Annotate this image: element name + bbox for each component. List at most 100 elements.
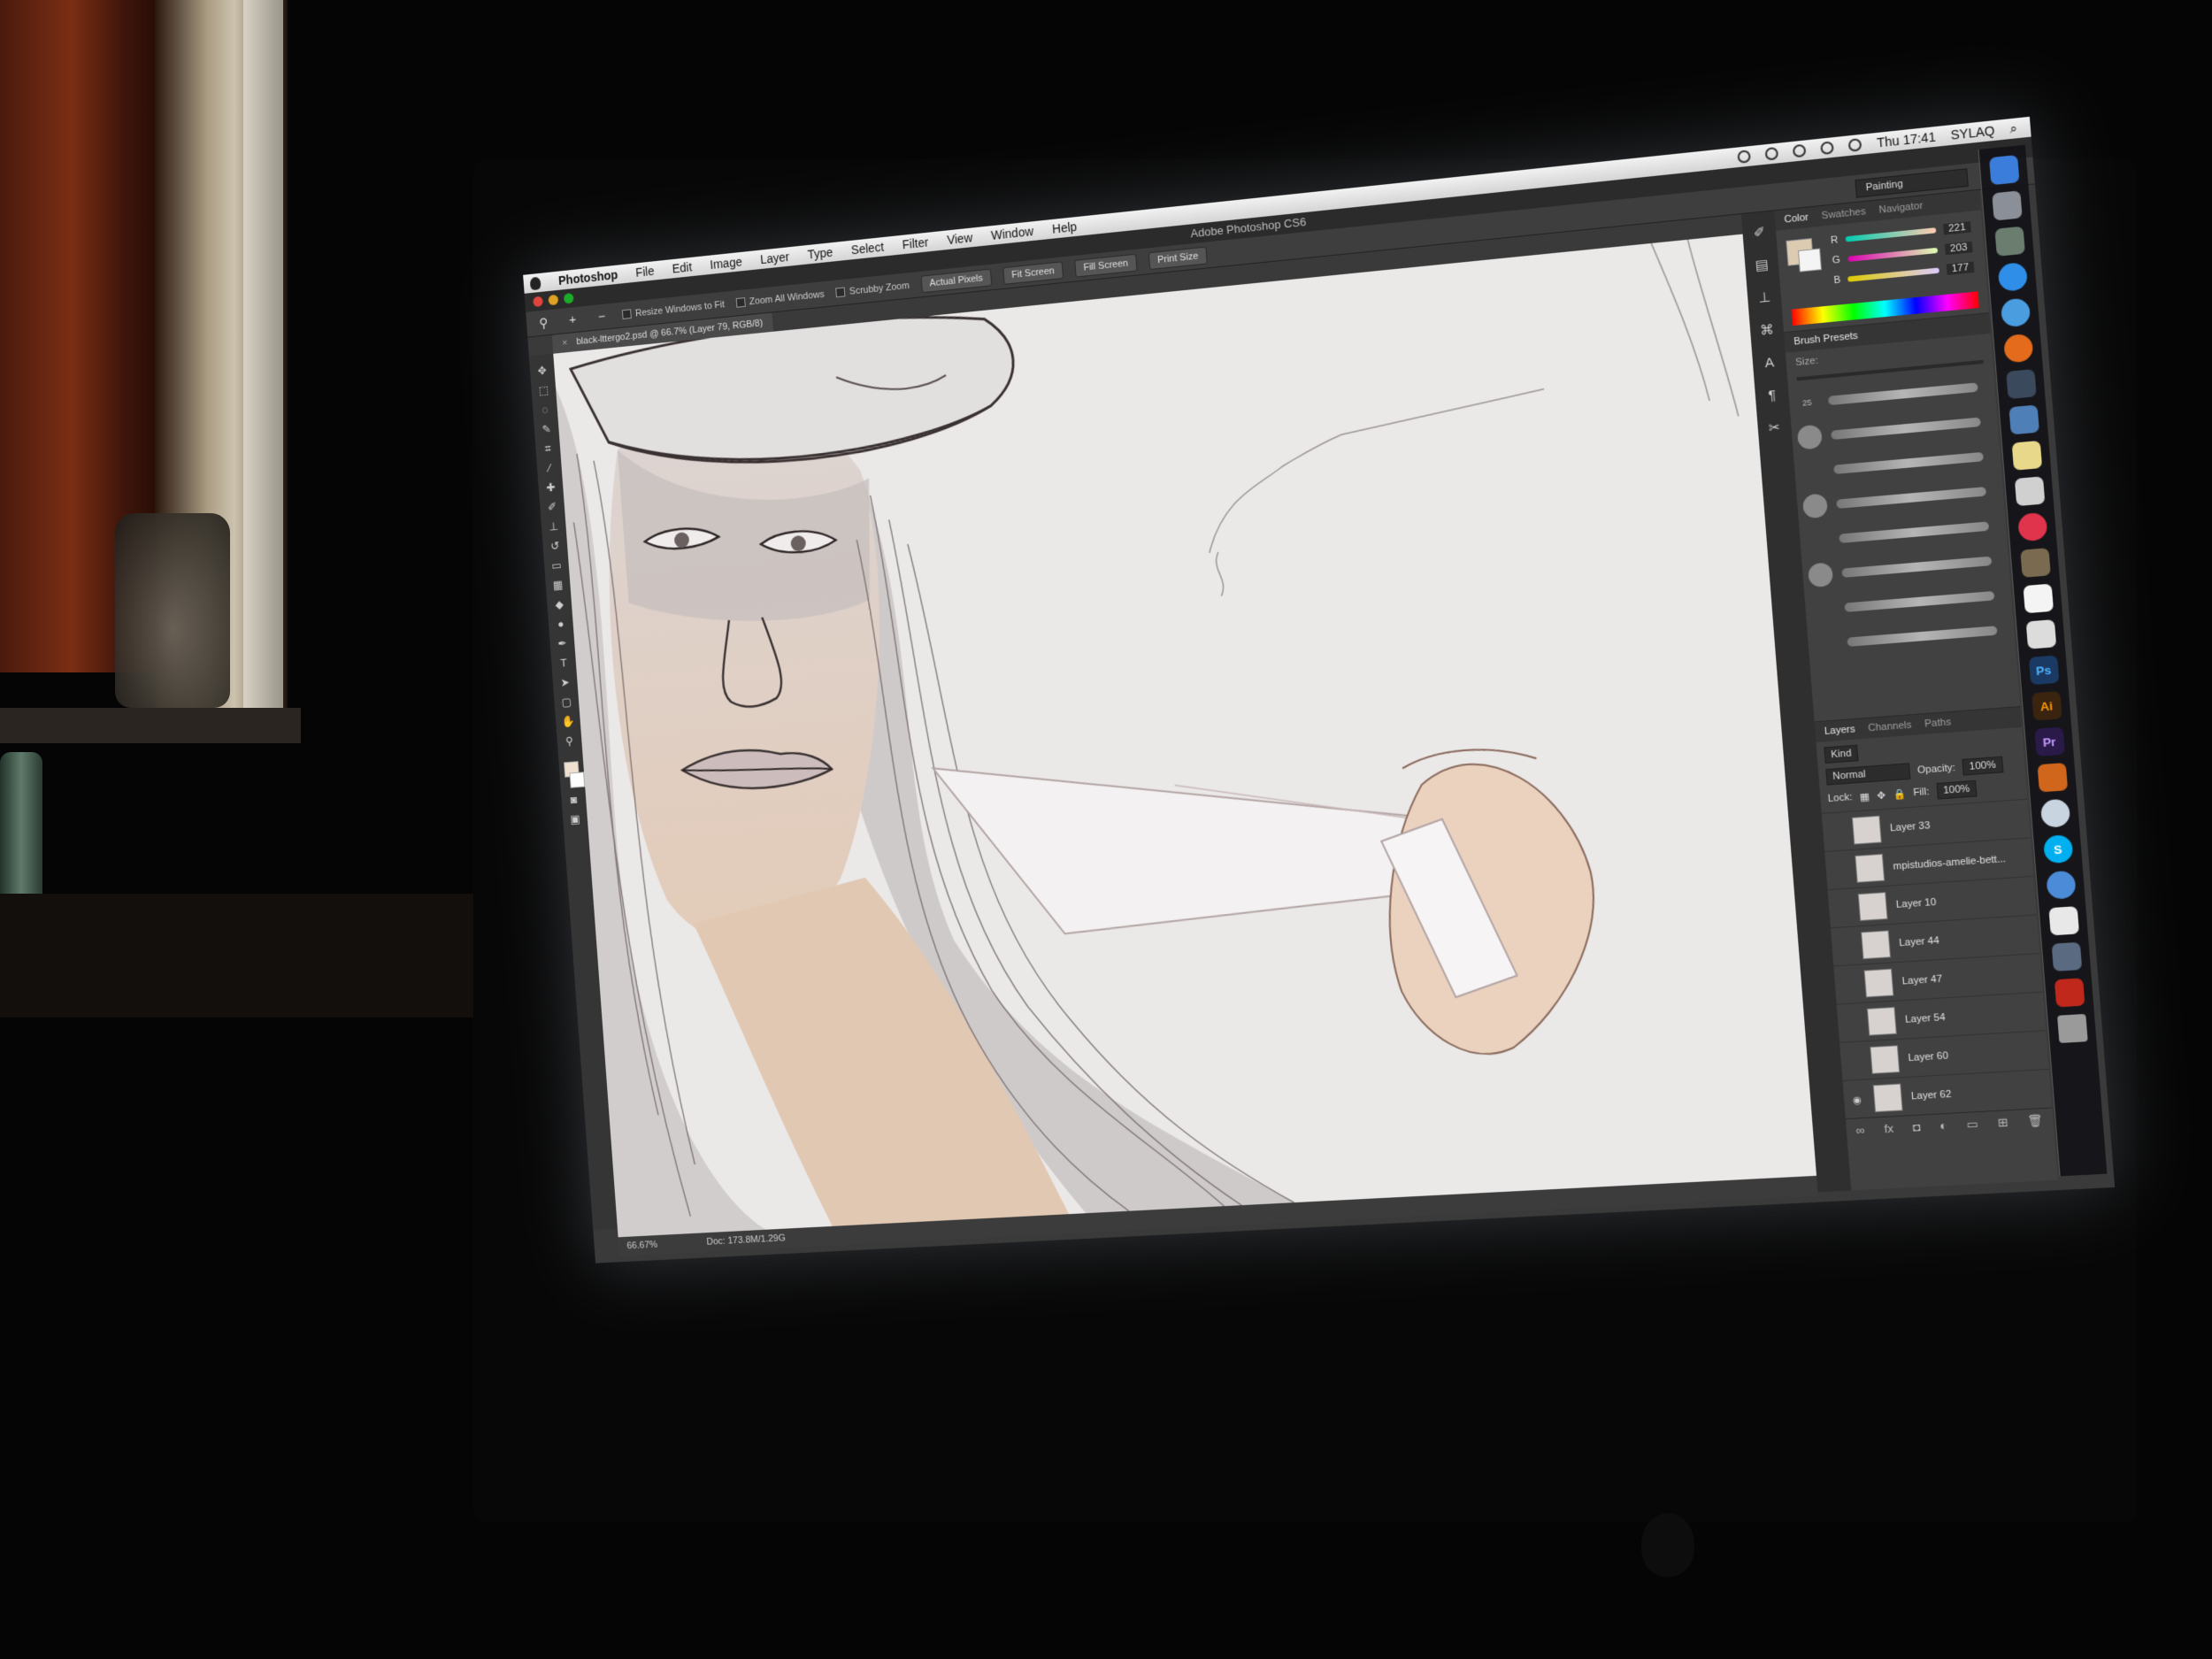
fill-screen-button[interactable]: Fill Screen [1074, 253, 1138, 278]
layer-filter-kind[interactable]: Kind [1824, 744, 1859, 764]
menu-select[interactable]: Select [850, 240, 884, 257]
wifi-icon[interactable] [1820, 141, 1835, 156]
print-size-button[interactable]: Print Size [1148, 246, 1208, 270]
history-brush-tool-icon[interactable]: ↺ [548, 538, 564, 555]
document-size[interactable]: Doc: 173.8M/1.29G [706, 1233, 786, 1248]
eraser-tool-icon[interactable]: ▭ [549, 557, 565, 574]
add-mask-icon[interactable]: ◘ [1912, 1120, 1921, 1134]
firefox-icon[interactable] [2002, 333, 2034, 364]
paragraph-panel-icon[interactable]: ¶ [1761, 385, 1783, 407]
safari-icon[interactable] [2000, 297, 2031, 328]
photo-booth-icon[interactable] [2054, 978, 2085, 1008]
panel-background-swatch[interactable] [1797, 248, 1822, 273]
blend-mode-select[interactable]: Normal [1825, 763, 1911, 786]
green-value[interactable]: 203 [1944, 241, 1973, 256]
textedit-icon[interactable] [2025, 619, 2056, 649]
quick-select-tool-icon[interactable]: ✎ [539, 421, 555, 438]
screen-mode-icon[interactable]: ▣ [567, 811, 583, 828]
tool-presets-icon[interactable]: ⌘ [1756, 320, 1778, 342]
zoom-window-button[interactable] [563, 292, 574, 304]
crop-tool-icon[interactable]: ⌗ [540, 441, 556, 457]
automator-icon[interactable] [2019, 548, 2051, 578]
finder-icon[interactable] [1988, 155, 2019, 186]
apple-menu-icon[interactable] [529, 276, 541, 290]
menu-file[interactable]: File [635, 264, 655, 280]
background-color-swatch[interactable] [569, 772, 586, 788]
new-group-icon[interactable]: ▭ [1966, 1117, 1978, 1132]
time-machine-icon[interactable] [1764, 146, 1779, 161]
tab-brush-presets[interactable]: Brush Presets [1793, 330, 1858, 347]
history-panel-icon[interactable]: ▤ [1751, 255, 1773, 277]
eyedropper-tool-icon[interactable]: ⁄ [541, 460, 557, 477]
visibility-toggle[interactable] [1828, 826, 1844, 837]
character-panel-icon[interactable]: A [1759, 352, 1781, 374]
layer-name[interactable]: Layer 60 [1908, 1050, 1948, 1064]
visibility-toggle[interactable] [1843, 1017, 1859, 1028]
marquee-tool-icon[interactable]: ⬚ [536, 382, 552, 399]
blue-value[interactable]: 177 [1946, 261, 1975, 275]
menu-window[interactable]: Window [991, 224, 1034, 242]
layer-name[interactable]: Layer 44 [1899, 935, 1939, 949]
resize-windows-checkbox[interactable]: Resize Windows to Fit [621, 299, 725, 319]
red-track[interactable] [1845, 227, 1937, 242]
green-track[interactable] [1847, 247, 1939, 262]
layer-style-icon[interactable]: fx [1884, 1121, 1894, 1135]
fit-screen-button[interactable]: Fit Screen [1002, 260, 1064, 285]
calendar-icon[interactable] [2022, 583, 2054, 614]
tab-paths[interactable]: Paths [1924, 717, 1952, 730]
menu-image[interactable]: Image [710, 255, 742, 272]
zoom-all-windows-checkbox[interactable]: Zoom All Windows [735, 288, 825, 308]
type-tool-icon[interactable]: T [556, 655, 572, 672]
layer-name[interactable]: Layer 10 [1895, 896, 1936, 910]
menu-user[interactable]: SYLAQ [1950, 123, 1995, 142]
bluetooth-icon[interactable] [1793, 143, 1807, 158]
mission-control-icon[interactable] [1993, 226, 2025, 257]
visibility-toggle[interactable] [1834, 902, 1850, 914]
preview-icon[interactable] [2008, 404, 2039, 435]
red-value[interactable]: 221 [1942, 221, 1971, 235]
healing-brush-tool-icon[interactable]: ✚ [543, 480, 559, 496]
layer-name[interactable]: mpistudios-amelie-bett... [1893, 853, 2006, 872]
eye-icon[interactable]: ◉ [1849, 1094, 1865, 1106]
tab-navigator[interactable]: Navigator [1878, 201, 1924, 216]
opacity-field[interactable]: 100% [1962, 756, 2003, 776]
image-capture-icon[interactable] [2051, 941, 2082, 972]
photoshop-icon[interactable]: Ps [2028, 655, 2059, 686]
clone-stamp-tool-icon[interactable]: ⊥ [546, 518, 562, 535]
blur-tool-icon[interactable]: ◆ [551, 596, 567, 613]
link-layers-icon[interactable]: ∞ [1855, 1123, 1865, 1137]
contacts-icon[interactable] [2014, 476, 2045, 507]
launchpad-icon[interactable] [1991, 190, 2023, 221]
visibility-toggle[interactable] [1847, 1055, 1863, 1066]
new-layer-icon[interactable]: ⊞ [1997, 1115, 2008, 1130]
spotlight-icon[interactable]: ⌕ [2009, 120, 2018, 136]
layer-name[interactable]: Layer 33 [1890, 819, 1931, 833]
shape-tool-icon[interactable]: ▢ [558, 694, 574, 710]
menu-filter[interactable]: Filter [902, 235, 929, 252]
layer-name[interactable]: Layer 62 [1911, 1088, 1952, 1102]
premiere-icon[interactable]: Pr [2033, 726, 2065, 757]
lock-all-icon[interactable]: 🔒 [1893, 787, 1906, 800]
document-canvas[interactable] [553, 234, 1817, 1238]
visibility-toggle[interactable] [1840, 979, 1856, 990]
pen-tool-icon[interactable]: ✒ [555, 635, 571, 652]
keynote-icon[interactable] [2036, 763, 2068, 793]
actual-pixels-button[interactable]: Actual Pixels [920, 268, 993, 293]
menu-help[interactable]: Help [1052, 219, 1078, 236]
tab-channels[interactable]: Channels [1868, 719, 1912, 733]
quick-mask-icon[interactable]: ◙ [566, 792, 582, 809]
brush-tool-icon[interactable]: ✐ [544, 499, 560, 516]
path-selection-tool-icon[interactable]: ➤ [557, 674, 573, 691]
move-tool-icon[interactable]: ✥ [534, 363, 550, 380]
gradient-tool-icon[interactable]: ▦ [550, 577, 566, 594]
notes-icon[interactable] [2011, 440, 2042, 471]
lock-position-icon[interactable]: ✥ [1877, 789, 1886, 802]
trash-icon[interactable]: 🗑 [2027, 1113, 2044, 1129]
menu-layer[interactable]: Layer [760, 250, 790, 266]
tab-swatches[interactable]: Swatches [1821, 206, 1866, 221]
clone-source-icon[interactable]: ⊥ [1754, 288, 1776, 310]
blue-track[interactable] [1847, 267, 1939, 282]
close-icon[interactable]: × [562, 338, 568, 349]
dodge-tool-icon[interactable]: ● [553, 616, 569, 633]
menu-edit[interactable]: Edit [672, 260, 693, 276]
